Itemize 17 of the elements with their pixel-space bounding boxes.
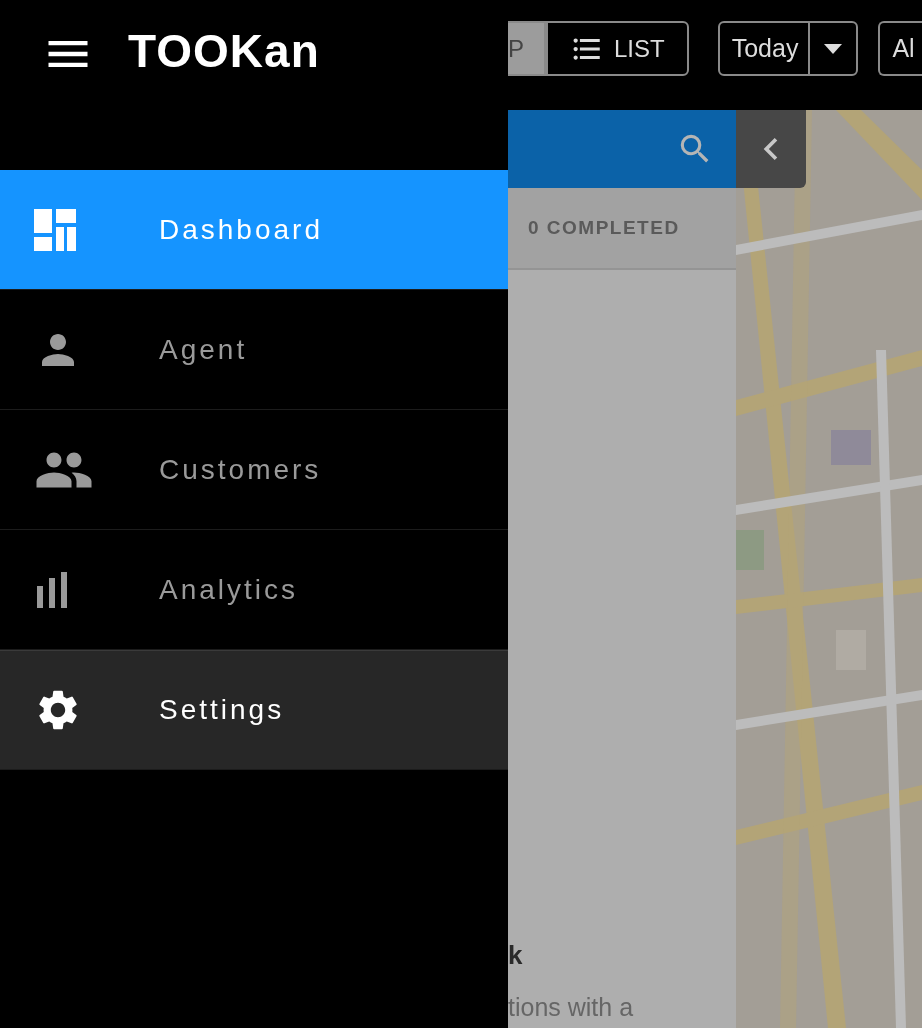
sidebar-item[interactable]: Settings xyxy=(0,650,508,770)
caret-icon xyxy=(824,43,843,54)
dashboard-icon xyxy=(34,208,76,251)
logo: TOOKan xyxy=(128,28,320,74)
panel-text: tions with a xyxy=(508,993,635,1022)
bar-chart-icon xyxy=(34,571,70,608)
sidebar-item-label: Customers xyxy=(159,453,322,486)
sidebar-item-label: Analytics xyxy=(159,573,299,606)
date-dropdown[interactable]: Today xyxy=(717,21,859,76)
view-toggle-button[interactable]: LIST xyxy=(546,21,689,76)
collapse-button[interactable] xyxy=(736,110,806,188)
sidebar-item-label: Settings xyxy=(159,694,285,726)
filter-dropdown[interactable]: Al xyxy=(878,21,922,76)
panel-heading: k xyxy=(508,940,524,971)
view-toggle-button[interactable]: P xyxy=(508,21,546,76)
sidebar-item-label: Dashboard xyxy=(159,213,323,246)
sidebar-item-label: Agent xyxy=(159,333,248,366)
